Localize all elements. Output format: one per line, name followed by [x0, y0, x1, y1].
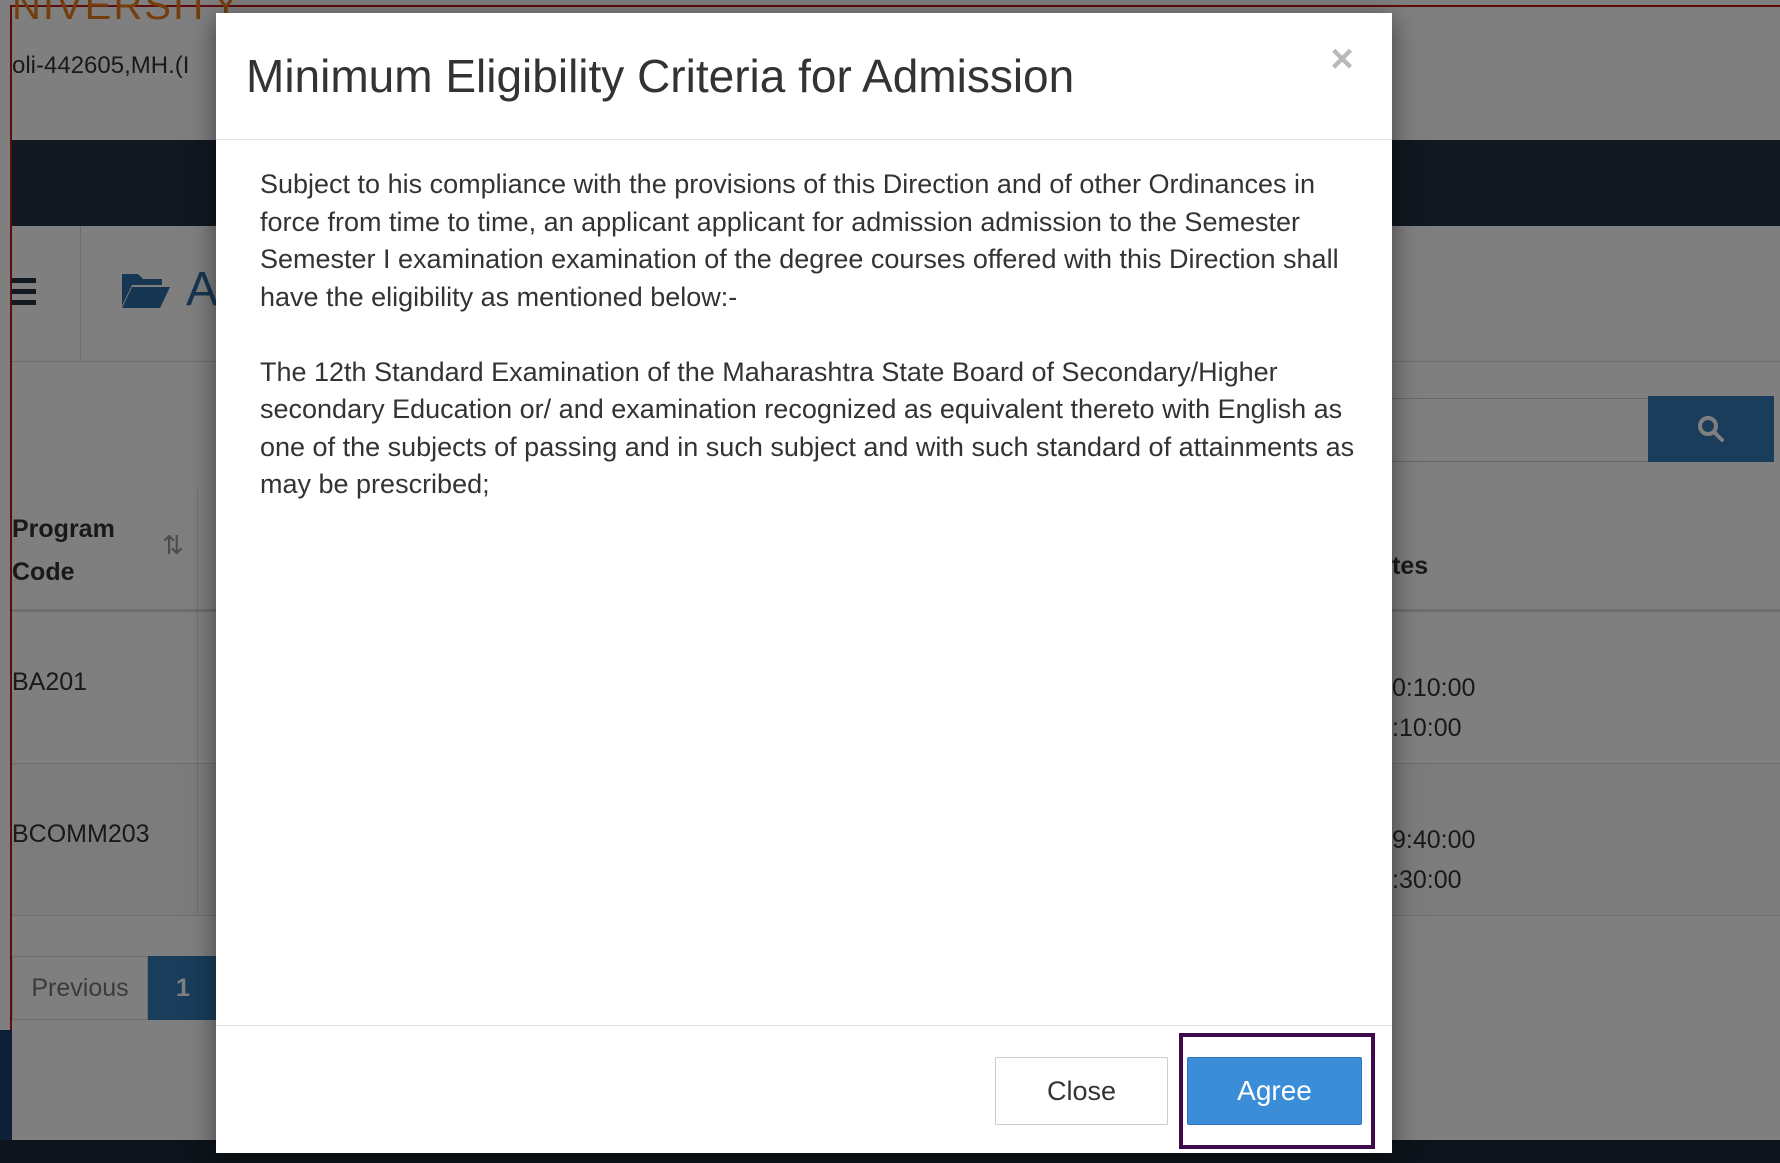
modal-title: Minimum Eligibility Criteria for Admissi…: [246, 50, 1075, 102]
eligibility-paragraph: The 12th Standard Examination of the Mah…: [260, 356, 1355, 500]
close-icon[interactable]: ×: [1322, 39, 1362, 79]
modal-header: Minimum Eligibility Criteria for Admissi…: [216, 13, 1392, 140]
eligibility-modal: Minimum Eligibility Criteria for Admissi…: [216, 13, 1392, 1153]
eligibility-paragraph: Subject to his compliance with the provi…: [260, 169, 1339, 312]
modal-footer: Close Agree: [216, 1025, 1392, 1153]
modal-body: Subject to his compliance with the provi…: [260, 166, 1360, 541]
close-button[interactable]: Close: [995, 1057, 1168, 1125]
agree-button[interactable]: Agree: [1187, 1057, 1362, 1125]
